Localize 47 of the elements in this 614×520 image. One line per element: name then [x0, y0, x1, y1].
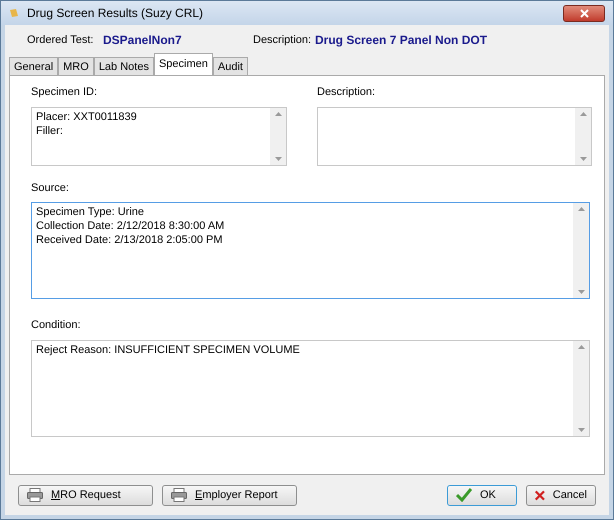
tab[interactable]: MRO — [58, 57, 94, 75]
text-line: Collection Date: 2/12/2018 8:30:00 AM — [36, 219, 226, 233]
field-value: Drug Screen 7 Panel Non DOT — [315, 32, 488, 49]
scrollbar[interactable] — [270, 108, 286, 164]
field-label: Source: — [31, 180, 70, 196]
text-line: Specimen Type: Urine — [36, 205, 146, 219]
printer-icon — [27, 488, 43, 502]
field-label: Ordered Test: — [27, 32, 94, 48]
tab[interactable]: Lab Notes — [94, 57, 154, 75]
down-arrow-icon — [274, 156, 282, 160]
tab[interactable]: Specimen — [154, 53, 213, 75]
checkmark-icon — [456, 488, 472, 502]
print-button[interactable]: Employer Report — [162, 484, 297, 506]
field-label: Condition: — [31, 318, 82, 333]
up-arrow-icon — [580, 112, 586, 116]
up-arrow-icon — [274, 112, 282, 116]
tab[interactable]: Audit — [212, 57, 248, 75]
up-arrow-icon — [578, 207, 584, 211]
text-area[interactable] — [317, 106, 592, 166]
text-line: Received Date: 2/13/2018 2:05:00 PM — [36, 233, 224, 247]
text-area[interactable]: Reject Reason: INSUFFICIENT SPECIMEN VOLUME — [31, 340, 590, 436]
window-title: Drug Screen Results (Suzy CRL) — [27, 5, 204, 22]
text-line: Placer: XXT0011839 — [36, 110, 138, 124]
scrollbar[interactable] — [573, 203, 589, 298]
window-icon — [9, 8, 19, 18]
up-arrow-icon — [578, 344, 584, 348]
tab[interactable]: General — [9, 57, 58, 75]
down-arrow-icon — [580, 156, 586, 160]
scrollbar[interactable] — [573, 340, 589, 436]
field-label: Description: — [317, 85, 376, 100]
text-area[interactable]: Placer: XXT0011839 Filler: — [31, 106, 287, 166]
field-value: DSPanelNon7 — [103, 32, 183, 49]
text-line: Filler: — [36, 124, 64, 138]
ok-button[interactable]: OK — [447, 484, 517, 506]
cancel-button[interactable]: Cancel — [526, 484, 596, 506]
down-arrow-icon — [578, 290, 584, 294]
close-button[interactable] — [563, 4, 605, 22]
field-label: Description: — [253, 32, 312, 48]
printer-icon — [171, 488, 187, 502]
print-button[interactable]: MRO Request — [18, 484, 153, 506]
text-area[interactable]: Specimen Type: Urine Collection Date: 2/12/2018 8:30:00 AM Received Date: 2/13/2018 2:05:00 PM — [31, 202, 590, 299]
close-icon — [580, 8, 588, 18]
text-line: Reject Reason: INSUFFICIENT SPECIMEN VOLUME — [36, 342, 301, 356]
down-arrow-icon — [578, 428, 584, 432]
close-icon — [535, 488, 545, 502]
field-label: Specimen ID: — [31, 85, 98, 100]
scrollbar[interactable] — [575, 108, 591, 164]
